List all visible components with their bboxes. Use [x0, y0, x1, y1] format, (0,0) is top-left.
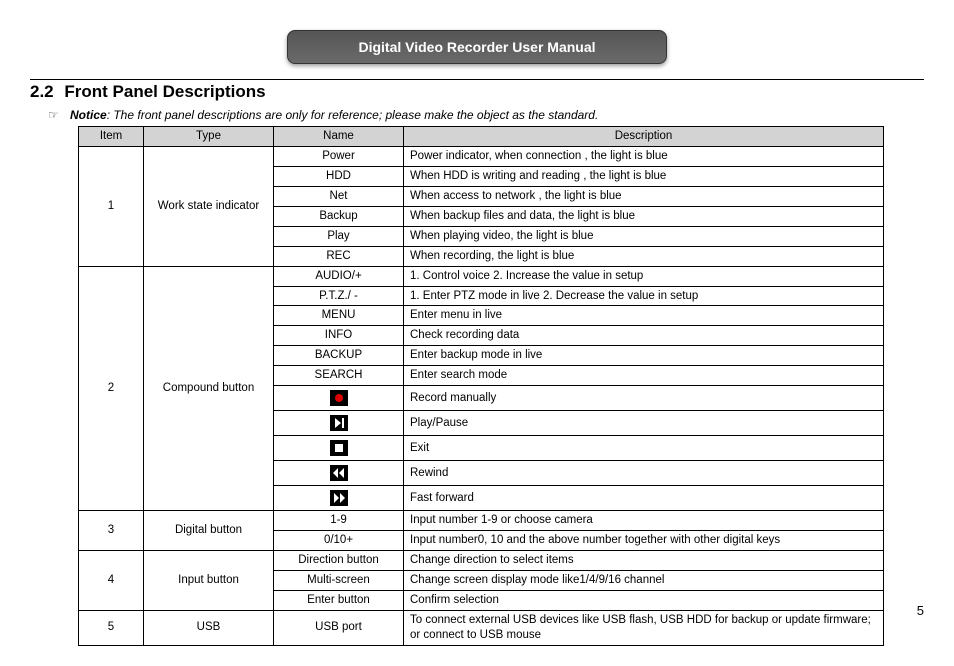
cell-name: P.T.Z./ - [274, 286, 404, 306]
cell-description: Enter backup mode in live [404, 346, 884, 366]
cell-name [274, 411, 404, 436]
cell-name: USB port [274, 610, 404, 645]
cell-name [274, 486, 404, 511]
notice-line: ☞ Notice: The front panel descriptions a… [70, 108, 924, 122]
cell-name: REC [274, 246, 404, 266]
cell-name: Power [274, 146, 404, 166]
cell-item: 5 [79, 610, 144, 645]
col-item: Item [79, 127, 144, 147]
col-description: Description [404, 127, 884, 147]
cell-description: When access to network , the light is bl… [404, 186, 884, 206]
cell-description: To connect external USB devices like USB… [404, 610, 884, 645]
cell-description: 1. Enter PTZ mode in live 2. Decrease th… [404, 286, 884, 306]
ffw-icon [330, 490, 348, 506]
cell-name: Net [274, 186, 404, 206]
cell-type: Input button [144, 551, 274, 611]
cell-item: 1 [79, 146, 144, 266]
cell-description: Rewind [404, 461, 884, 486]
cell-name: INFO [274, 326, 404, 346]
section-heading: 2.2 Front Panel Descriptions [30, 82, 924, 102]
page-number: 5 [917, 603, 924, 618]
manual-title-badge: Digital Video Recorder User Manual [287, 30, 667, 64]
col-name: Name [274, 127, 404, 147]
col-type: Type [144, 127, 274, 147]
cell-name: AUDIO/+ [274, 266, 404, 286]
cell-name [274, 436, 404, 461]
cell-name: Direction button [274, 551, 404, 571]
cell-type: Digital button [144, 511, 274, 551]
cell-description: Confirm selection [404, 590, 884, 610]
cell-description: When HDD is writing and reading , the li… [404, 166, 884, 186]
front-panel-table: Item Type Name Description 1Work state i… [78, 126, 884, 646]
cell-description: When backup files and data, the light is… [404, 206, 884, 226]
stop-icon [330, 440, 348, 456]
cell-name: HDD [274, 166, 404, 186]
cell-name [274, 461, 404, 486]
cell-type: USB [144, 610, 274, 645]
cell-type: Work state indicator [144, 146, 274, 266]
section-number: 2.2 [30, 82, 54, 101]
cell-description: 1. Control voice 2. Increase the value i… [404, 266, 884, 286]
cell-description: Exit [404, 436, 884, 461]
cell-description: Play/Pause [404, 411, 884, 436]
table-row: 3Digital button1-9Input number 1-9 or ch… [79, 511, 884, 531]
cell-description: Input number0, 10 and the above number t… [404, 531, 884, 551]
table-row: 4Input buttonDirection buttonChange dire… [79, 551, 884, 571]
cell-name: BACKUP [274, 346, 404, 366]
cell-description: Enter search mode [404, 366, 884, 386]
cell-description: Enter menu in live [404, 306, 884, 326]
play-icon [330, 415, 348, 431]
cell-name: Backup [274, 206, 404, 226]
rec-icon [330, 390, 348, 406]
cell-description: Check recording data [404, 326, 884, 346]
cell-description: When recording, the light is blue [404, 246, 884, 266]
cell-description: Change direction to select items [404, 551, 884, 571]
pointer-icon: ☞ [48, 108, 59, 122]
cell-name: Enter button [274, 590, 404, 610]
cell-description: Change screen display mode like1/4/9/16 … [404, 571, 884, 591]
notice-text: : The front panel descriptions are only … [107, 108, 599, 122]
notice-label: Notice [70, 108, 107, 122]
table-header-row: Item Type Name Description [79, 127, 884, 147]
cell-description: Input number 1-9 or choose camera [404, 511, 884, 531]
cell-name: Multi-screen [274, 571, 404, 591]
cell-name [274, 386, 404, 411]
cell-name: Play [274, 226, 404, 246]
cell-name: 0/10+ [274, 531, 404, 551]
table-row: 2Compound buttonAUDIO/+1. Control voice … [79, 266, 884, 286]
cell-item: 3 [79, 511, 144, 551]
cell-name: 1-9 [274, 511, 404, 531]
cell-description: Fast forward [404, 486, 884, 511]
rew-icon [330, 465, 348, 481]
cell-description: When playing video, the light is blue [404, 226, 884, 246]
cell-name: MENU [274, 306, 404, 326]
cell-item: 4 [79, 551, 144, 611]
cell-name: SEARCH [274, 366, 404, 386]
section-divider [30, 79, 924, 80]
table-row: 5USBUSB portTo connect external USB devi… [79, 610, 884, 645]
cell-description: Power indicator, when connection , the l… [404, 146, 884, 166]
cell-type: Compound button [144, 266, 274, 511]
cell-item: 2 [79, 266, 144, 511]
cell-description: Record manually [404, 386, 884, 411]
table-row: 1Work state indicatorPowerPower indicato… [79, 146, 884, 166]
section-title-text: Front Panel Descriptions [64, 82, 265, 101]
